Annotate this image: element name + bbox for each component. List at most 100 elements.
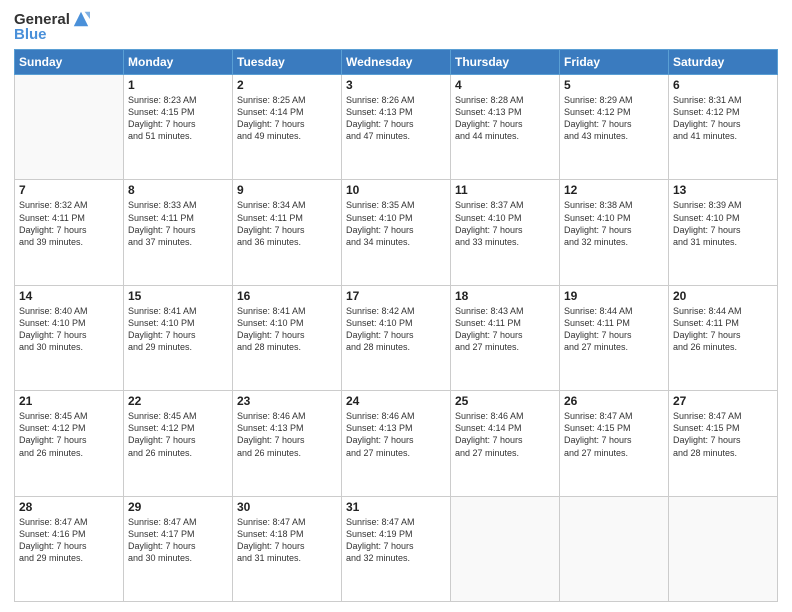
day-number: 5 <box>564 78 664 92</box>
calendar-cell: 29 Sunrise: 8:47 AM Sunset: 4:17 PM Dayli… <box>124 496 233 601</box>
calendar-cell: 6Sunrise: 8:31 AM Sunset: 4:12 PM Daylig… <box>669 75 778 180</box>
day-info: Sunrise: 8:44 AM Sunset: 4:11 PM Dayligh… <box>673 305 773 354</box>
calendar-week-row: 28 Sunrise: 8:47 AM Sunset: 4:16 PM Dayli… <box>15 496 778 601</box>
day-info: Sunrise: 8:47 AM Sunset: 4:15 PM Dayligh… <box>564 410 664 459</box>
calendar-cell: 25 Sunrise: 8:46 AM Sunset: 4:14 PM Dayli… <box>451 391 560 496</box>
day-number: 17 <box>346 289 446 303</box>
calendar-cell: 7 Sunrise: 8:32 AM Sunset: 4:11 PM Daylig… <box>15 180 124 285</box>
day-info: Sunrise: 8:47 AM Sunset: 4:18 PM Dayligh… <box>237 516 337 565</box>
day-info: Sunrise: 8:47 AM Sunset: 4:15 PM Dayligh… <box>673 410 773 459</box>
day-number: 14 <box>19 289 119 303</box>
calendar-table: SundayMondayTuesdayWednesdayThursdayFrid… <box>14 49 778 602</box>
weekday-header-wednesday: Wednesday <box>342 50 451 75</box>
day-number: 19 <box>564 289 664 303</box>
calendar-cell: 30 Sunrise: 8:47 AM Sunset: 4:18 PM Dayli… <box>233 496 342 601</box>
day-info: Sunrise: 8:47 AM Sunset: 4:19 PM Dayligh… <box>346 516 446 565</box>
day-info: Sunrise: 8:39 AM Sunset: 4:10 PM Dayligh… <box>673 199 773 248</box>
calendar-cell: 2Sunrise: 8:25 AM Sunset: 4:14 PM Daylig… <box>233 75 342 180</box>
weekday-header-monday: Monday <box>124 50 233 75</box>
day-number: 20 <box>673 289 773 303</box>
logo-icon <box>72 10 90 28</box>
logo-text-general: General <box>14 11 70 28</box>
day-number: 11 <box>455 183 555 197</box>
weekday-header-friday: Friday <box>560 50 669 75</box>
day-info: Sunrise: 8:37 AM Sunset: 4:10 PM Dayligh… <box>455 199 555 248</box>
day-info: Sunrise: 8:38 AM Sunset: 4:10 PM Dayligh… <box>564 199 664 248</box>
day-info: Sunrise: 8:43 AM Sunset: 4:11 PM Dayligh… <box>455 305 555 354</box>
calendar-cell: 5 Sunrise: 8:29 AM Sunset: 4:12 PM Daylig… <box>560 75 669 180</box>
logo: General Blue <box>14 10 90 43</box>
calendar-cell: 18 Sunrise: 8:43 AM Sunset: 4:11 PM Dayli… <box>451 285 560 390</box>
day-number: 3 <box>346 78 446 92</box>
calendar-cell: 4Sunrise: 8:28 AM Sunset: 4:13 PM Daylig… <box>451 75 560 180</box>
calendar-cell: 20 Sunrise: 8:44 AM Sunset: 4:11 PM Dayli… <box>669 285 778 390</box>
day-number: 16 <box>237 289 337 303</box>
calendar-week-row: 7 Sunrise: 8:32 AM Sunset: 4:11 PM Daylig… <box>15 180 778 285</box>
calendar-cell: 9 Sunrise: 8:34 AM Sunset: 4:11 PM Daylig… <box>233 180 342 285</box>
calendar-cell: 27 Sunrise: 8:47 AM Sunset: 4:15 PM Dayli… <box>669 391 778 496</box>
day-info: Sunrise: 8:40 AM Sunset: 4:10 PM Dayligh… <box>19 305 119 354</box>
calendar-cell: 22 Sunrise: 8:45 AM Sunset: 4:12 PM Dayli… <box>124 391 233 496</box>
day-number: 2 <box>237 78 337 92</box>
day-info: Sunrise: 8:34 AM Sunset: 4:11 PM Dayligh… <box>237 199 337 248</box>
day-number: 22 <box>128 394 228 408</box>
day-number: 25 <box>455 394 555 408</box>
calendar-cell <box>669 496 778 601</box>
logo-text-blue: Blue <box>14 26 47 43</box>
day-info: Sunrise: 8:41 AM Sunset: 4:10 PM Dayligh… <box>237 305 337 354</box>
day-number: 18 <box>455 289 555 303</box>
day-number: 7 <box>19 183 119 197</box>
calendar-cell: 11 Sunrise: 8:37 AM Sunset: 4:10 PM Dayli… <box>451 180 560 285</box>
day-number: 15 <box>128 289 228 303</box>
day-number: 30 <box>237 500 337 514</box>
weekday-header-saturday: Saturday <box>669 50 778 75</box>
day-info: Sunrise: 8:29 AM Sunset: 4:12 PM Dayligh… <box>564 94 664 143</box>
calendar-cell <box>15 75 124 180</box>
calendar-cell: 21Sunrise: 8:45 AM Sunset: 4:12 PM Dayli… <box>15 391 124 496</box>
day-info: Sunrise: 8:31 AM Sunset: 4:12 PM Dayligh… <box>673 94 773 143</box>
calendar-cell: 24Sunrise: 8:46 AM Sunset: 4:13 PM Dayli… <box>342 391 451 496</box>
calendar-cell: 8 Sunrise: 8:33 AM Sunset: 4:11 PM Daylig… <box>124 180 233 285</box>
weekday-header-sunday: Sunday <box>15 50 124 75</box>
calendar-cell: 16 Sunrise: 8:41 AM Sunset: 4:10 PM Dayli… <box>233 285 342 390</box>
day-info: Sunrise: 8:33 AM Sunset: 4:11 PM Dayligh… <box>128 199 228 248</box>
day-info: Sunrise: 8:46 AM Sunset: 4:13 PM Dayligh… <box>237 410 337 459</box>
day-info: Sunrise: 8:47 AM Sunset: 4:17 PM Dayligh… <box>128 516 228 565</box>
day-number: 13 <box>673 183 773 197</box>
day-number: 26 <box>564 394 664 408</box>
day-info: Sunrise: 8:46 AM Sunset: 4:14 PM Dayligh… <box>455 410 555 459</box>
day-info: Sunrise: 8:45 AM Sunset: 4:12 PM Dayligh… <box>128 410 228 459</box>
calendar-cell: 14 Sunrise: 8:40 AM Sunset: 4:10 PM Dayli… <box>15 285 124 390</box>
day-number: 23 <box>237 394 337 408</box>
day-number: 9 <box>237 183 337 197</box>
calendar-cell: 28 Sunrise: 8:47 AM Sunset: 4:16 PM Dayli… <box>15 496 124 601</box>
calendar-cell: 23 Sunrise: 8:46 AM Sunset: 4:13 PM Dayli… <box>233 391 342 496</box>
day-info: Sunrise: 8:41 AM Sunset: 4:10 PM Dayligh… <box>128 305 228 354</box>
day-number: 21 <box>19 394 119 408</box>
calendar-cell: 13 Sunrise: 8:39 AM Sunset: 4:10 PM Dayli… <box>669 180 778 285</box>
calendar-cell: 12Sunrise: 8:38 AM Sunset: 4:10 PM Dayli… <box>560 180 669 285</box>
day-number: 27 <box>673 394 773 408</box>
calendar-cell: 26 Sunrise: 8:47 AM Sunset: 4:15 PM Dayli… <box>560 391 669 496</box>
day-info: Sunrise: 8:23 AM Sunset: 4:15 PM Dayligh… <box>128 94 228 143</box>
calendar-cell: 17Sunrise: 8:42 AM Sunset: 4:10 PM Dayli… <box>342 285 451 390</box>
day-info: Sunrise: 8:32 AM Sunset: 4:11 PM Dayligh… <box>19 199 119 248</box>
calendar-cell: 31 Sunrise: 8:47 AM Sunset: 4:19 PM Dayli… <box>342 496 451 601</box>
day-info: Sunrise: 8:35 AM Sunset: 4:10 PM Dayligh… <box>346 199 446 248</box>
weekday-header-thursday: Thursday <box>451 50 560 75</box>
day-number: 8 <box>128 183 228 197</box>
calendar-week-row: 14 Sunrise: 8:40 AM Sunset: 4:10 PM Dayli… <box>15 285 778 390</box>
calendar-cell <box>560 496 669 601</box>
day-number: 31 <box>346 500 446 514</box>
day-number: 28 <box>19 500 119 514</box>
day-info: Sunrise: 8:28 AM Sunset: 4:13 PM Dayligh… <box>455 94 555 143</box>
day-info: Sunrise: 8:46 AM Sunset: 4:13 PM Dayligh… <box>346 410 446 459</box>
day-info: Sunrise: 8:47 AM Sunset: 4:16 PM Dayligh… <box>19 516 119 565</box>
calendar-cell: 1Sunrise: 8:23 AM Sunset: 4:15 PM Daylig… <box>124 75 233 180</box>
weekday-header-tuesday: Tuesday <box>233 50 342 75</box>
day-number: 10 <box>346 183 446 197</box>
calendar-header-row: SundayMondayTuesdayWednesdayThursdayFrid… <box>15 50 778 75</box>
day-number: 29 <box>128 500 228 514</box>
calendar-cell <box>451 496 560 601</box>
calendar-week-row: 21 Sunrise: 8:45 AM Sunset: 4:12 PM Dayli… <box>15 391 778 496</box>
